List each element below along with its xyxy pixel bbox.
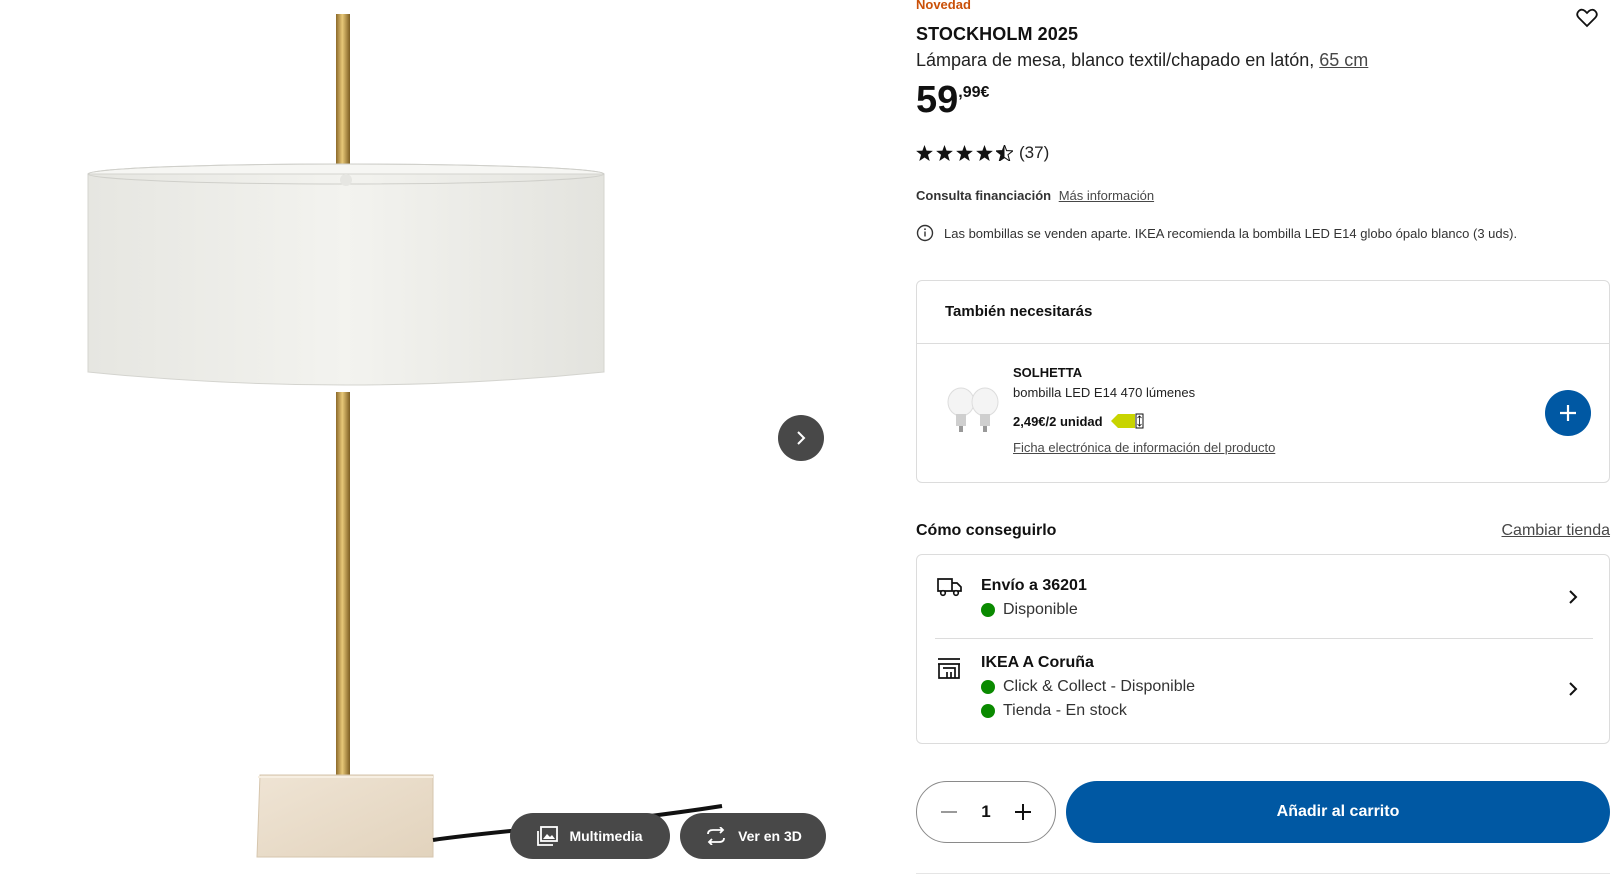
energy-label[interactable] [1110,412,1145,430]
delivery-title: Envío a 36201 [981,577,1087,594]
divider [916,873,1610,874]
chevron-right-icon [797,431,806,445]
multimedia-label: Multimedia [569,828,643,844]
availability-title: Cómo conseguirlo [916,522,1057,539]
product-rating[interactable]: (37) [916,143,1049,163]
product-info-sheet-link[interactable]: Ficha electrónica de información del pro… [1013,440,1275,455]
rating-count: (37) [1019,143,1050,162]
add-to-cart-button[interactable]: Añadir al carrito [1066,781,1610,843]
view-3d-label: Ver en 3D [738,828,802,844]
product-gallery: Multimedia Ver en 3D [0,0,860,875]
financing-info: Consulta financiación Más información [916,188,1154,203]
store-stock-status-text: Tienda - En stock [1003,702,1127,719]
bulb-notice-text: Las bombillas se venden aparte. IKEA rec… [944,225,1518,241]
minus-icon [941,811,957,813]
plus-icon [1015,804,1031,820]
view-3d-button[interactable]: Ver en 3D [680,813,826,859]
star-half-icon [996,145,1013,161]
delivery-option[interactable]: Envío a 36201 Disponible [917,555,1609,638]
price-decimal: ,99€ [958,84,990,101]
delivery-status-text: Disponible [1003,601,1078,618]
chevron-right-icon [1569,590,1578,604]
plus-icon [1560,405,1576,421]
new-badge: Novedad [916,0,971,12]
status-dot-icon [981,704,995,718]
click-collect-status: Click & Collect - Disponible [981,678,1195,696]
product-size-link[interactable]: 65 cm [1319,50,1368,70]
store-stock-status: Tienda - En stock [981,702,1127,720]
heart-icon [1576,8,1598,28]
accessory-card-title: También necesitarás [945,303,1093,320]
product-description: Lámpara de mesa, blanco textil/chapado e… [916,50,1368,71]
gallery-next-button[interactable] [778,415,824,461]
store-icon [938,658,960,679]
multimedia-button[interactable]: Multimedia [510,813,670,859]
rating-stars [916,145,1013,161]
info-icon [916,224,934,242]
click-collect-status-text: Click & Collect - Disponible [1003,678,1196,695]
store-option[interactable]: IKEA A Coruña Click & Collect - Disponib… [917,639,1609,743]
quantity-stepper: 1 [916,781,1056,843]
product-description-text: Lámpara de mesa, blanco textil/chapado e… [916,50,1315,70]
bulb-notice: Las bombillas se venden aparte. IKEA rec… [916,224,1517,242]
price-integer: 59 [916,79,959,121]
status-dot-icon [981,680,995,694]
financing-label: Consulta financiación [916,188,1052,203]
quantity-value[interactable]: 1 [981,802,990,822]
truck-icon [937,578,962,597]
product-name: STOCKHOLM 2025 [916,24,1079,44]
led-bulb-image[interactable] [943,386,1003,436]
change-store-link[interactable]: Cambiar tienda [1502,522,1611,540]
favourite-button[interactable] [1576,8,1598,33]
chevron-right-icon [1569,682,1578,696]
star-icon [956,145,973,161]
status-dot-icon [981,603,995,617]
accessory-description: bombilla LED E14 470 lúmenes [1013,385,1196,400]
star-icon [916,145,933,161]
star-icon [976,145,993,161]
accessory-price-row: 2,49€/2 unidad [1013,412,1145,430]
accessory-card: También necesitarás SOLHETTA bombilla LE… [916,280,1610,483]
decrease-quantity-button[interactable] [937,800,961,824]
rotate-3d-icon [707,827,725,845]
product-image-lamp [87,14,723,858]
increase-quantity-button[interactable] [1011,800,1035,824]
availability-card: Envío a 36201 Disponible IKEA A Coruña C… [916,554,1610,744]
image-gallery-icon [537,826,559,846]
delivery-status: Disponible [981,601,1078,619]
energy-class-icon [1110,413,1144,429]
add-accessory-button[interactable] [1545,390,1591,436]
accessory-name[interactable]: SOLHETTA [1013,365,1082,380]
product-price: 59 ,99€ [916,80,989,120]
star-icon [936,145,953,161]
accessory-price: 2,49€/2 unidad [1013,413,1103,429]
store-title: IKEA A Coruña [981,654,1094,671]
financing-more-info-link[interactable]: Más información [1059,188,1154,203]
divider [917,343,1609,344]
